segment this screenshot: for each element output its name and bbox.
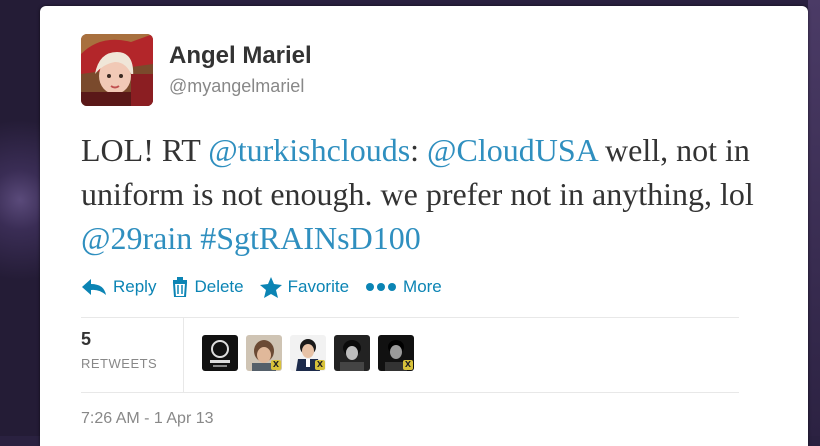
star-icon	[259, 276, 282, 298]
tweet-text-segment: :	[410, 132, 428, 168]
author-name[interactable]: Angel Mariel	[169, 42, 312, 70]
mention-link[interactable]: @turkishclouds	[208, 132, 410, 168]
retweeter-avatar[interactable]	[202, 335, 238, 371]
divider	[183, 317, 184, 392]
more-dots-icon	[365, 282, 397, 292]
retweeter-avatar[interactable]: X	[246, 335, 282, 371]
trash-icon	[172, 277, 188, 297]
action-bar: Reply Delete Favorite More	[81, 272, 458, 302]
retweeter-avatar[interactable]: X	[378, 335, 414, 371]
tweet-text: LOL! RT @turkishclouds: @CloudUSA well, …	[81, 128, 761, 260]
x-badge-icon: X	[315, 360, 325, 370]
x-badge-icon: X	[403, 360, 413, 370]
mention-link[interactable]: @29rain	[81, 220, 192, 256]
mention-link[interactable]: @CloudUSA	[427, 132, 597, 168]
hashtag-link[interactable]: #SgtRAINsD100	[200, 220, 420, 256]
retweeter-avatar-4-icon	[334, 335, 370, 371]
cloud-logo-avatar-icon	[202, 335, 238, 371]
favorite-button[interactable]: Favorite	[259, 276, 350, 298]
reply-label: Reply	[113, 277, 157, 296]
more-button[interactable]: More	[365, 277, 442, 297]
avatar[interactable]	[81, 34, 153, 106]
retweeter-avatar[interactable]	[334, 335, 370, 371]
tweet-text-segment: LOL! RT	[81, 132, 209, 168]
favorite-label: Favorite	[287, 277, 350, 296]
background-right	[808, 0, 820, 436]
retweets-label[interactable]: RETWEETS	[81, 356, 157, 371]
timestamp[interactable]: 7:26 AM - 1 Apr 13	[81, 410, 214, 428]
delete-button[interactable]: Delete	[172, 277, 244, 297]
x-badge-icon: X	[271, 360, 281, 370]
more-label: More	[403, 277, 442, 296]
retweeter-avatars: X X X	[202, 335, 422, 371]
profile-photo-icon	[81, 34, 153, 106]
author-handle[interactable]: @myangelmariel	[169, 76, 304, 97]
retweeter-avatar[interactable]: X	[290, 335, 326, 371]
reply-button[interactable]: Reply	[81, 277, 156, 297]
divider	[81, 317, 739, 318]
background-left	[0, 0, 40, 436]
tweet-card: Angel Mariel @myangelmariel LOL! RT @tur…	[40, 6, 808, 446]
delete-label: Delete	[194, 277, 244, 296]
retweets-count[interactable]: 5	[81, 329, 91, 350]
reply-icon	[81, 278, 107, 296]
divider	[81, 392, 739, 393]
